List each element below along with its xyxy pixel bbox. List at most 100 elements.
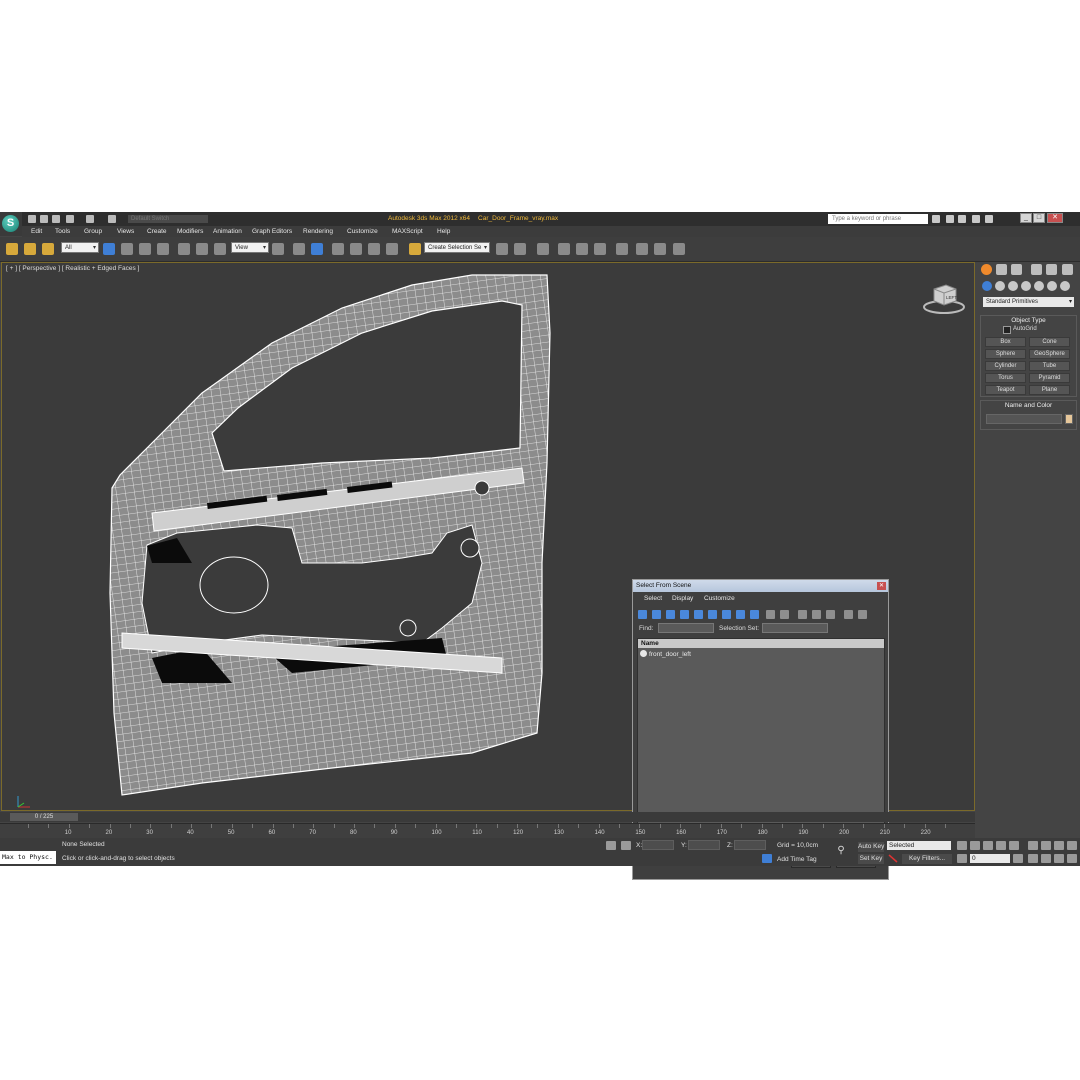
absolute-mode-icon[interactable] [621, 841, 631, 850]
box-button[interactable]: Box [985, 337, 1026, 347]
hierarchy-tab-icon[interactable] [1011, 264, 1022, 275]
time-slider-track[interactable]: 0 / 225 [0, 812, 975, 822]
maximize-viewport-icon[interactable] [1067, 854, 1077, 863]
edit-named-selection-icon[interactable] [409, 243, 421, 255]
keyboard-shortcut-override-icon[interactable] [311, 243, 323, 255]
display-cameras-icon[interactable] [680, 610, 689, 619]
zoom-extents-all-icon[interactable] [1067, 841, 1077, 850]
mirror-icon[interactable] [496, 243, 508, 255]
align-icon[interactable] [514, 243, 526, 255]
communication-center-icon[interactable] [946, 215, 954, 223]
field-of-view-icon[interactable] [1028, 854, 1038, 863]
select-and-link-icon[interactable] [6, 243, 18, 255]
snaps-toggle-icon[interactable] [332, 243, 344, 255]
go-to-end-icon[interactable] [1009, 841, 1019, 850]
project-folder-icon[interactable] [108, 215, 116, 223]
search-icon[interactable] [932, 215, 940, 223]
x-coordinate-field[interactable] [642, 840, 674, 850]
key-mode-toggle-icon[interactable] [957, 854, 967, 863]
menu-views[interactable]: Views [117, 228, 134, 235]
display-geometry-icon[interactable] [638, 610, 647, 619]
filter-icon[interactable] [844, 610, 853, 619]
redo-icon[interactable] [86, 215, 94, 223]
render-production-icon[interactable] [673, 243, 685, 255]
cameras-icon[interactable] [1021, 281, 1031, 291]
selection-filter-dropdown[interactable]: All [61, 242, 99, 254]
create-tab-icon[interactable] [981, 264, 992, 275]
material-editor-icon[interactable] [616, 243, 628, 255]
modify-tab-icon[interactable] [996, 264, 1007, 275]
add-time-tag[interactable]: Add Time Tag [777, 856, 817, 863]
select-object-icon[interactable] [103, 243, 115, 255]
key-mode-dropdown[interactable]: Selected [887, 841, 951, 850]
display-bones-icon[interactable] [750, 610, 759, 619]
lights-icon[interactable] [1008, 281, 1018, 291]
angle-snap-icon[interactable] [350, 243, 362, 255]
layer-manager-icon[interactable] [537, 243, 549, 255]
rendered-frame-window-icon[interactable] [654, 243, 666, 255]
zoom-icon[interactable] [1028, 841, 1038, 850]
pivot-center-icon[interactable] [272, 243, 284, 255]
move-icon[interactable] [178, 243, 190, 255]
display-helpers-icon[interactable] [694, 610, 703, 619]
menu-edit[interactable]: Edit [31, 228, 42, 235]
display-tab-icon[interactable] [1046, 264, 1057, 275]
set-key-icon[interactable] [888, 854, 898, 863]
display-space-warps-icon[interactable] [708, 610, 717, 619]
helpers-icon[interactable] [1034, 281, 1044, 291]
subscription-icon[interactable] [958, 215, 966, 223]
plane-button[interactable]: Plane [1029, 385, 1070, 395]
display-all-icon[interactable] [766, 610, 775, 619]
systems-icon[interactable] [1060, 281, 1070, 291]
help-icon[interactable] [985, 215, 993, 223]
key-filters-button[interactable]: Key Filters... [902, 854, 952, 864]
shapes-icon[interactable] [995, 281, 1005, 291]
autogrid-checkbox[interactable] [1003, 326, 1011, 334]
render-setup-icon[interactable] [636, 243, 648, 255]
select-invert-icon[interactable] [826, 610, 835, 619]
time-configuration-icon[interactable] [1013, 854, 1023, 863]
motion-tab-icon[interactable] [1031, 264, 1042, 275]
minimize-button[interactable]: _ [1020, 213, 1032, 223]
display-none-icon[interactable] [780, 610, 789, 619]
torus-button[interactable]: Torus [985, 373, 1026, 383]
display-shapes-icon[interactable] [652, 610, 661, 619]
save-file-icon[interactable] [52, 215, 60, 223]
pan-view-icon[interactable] [1041, 854, 1051, 863]
select-none-icon[interactable] [812, 610, 821, 619]
dialog-menu-customize[interactable]: Customize [704, 595, 735, 602]
set-key-button[interactable]: Set Key [858, 854, 884, 864]
current-frame-field[interactable]: 0 [970, 854, 1010, 863]
select-and-manipulate-icon[interactable] [293, 243, 305, 255]
cylinder-button[interactable]: Cylinder [985, 361, 1026, 371]
dialog-menu-select[interactable]: Select [644, 595, 662, 602]
menu-graph-editors[interactable]: Graph Editors [252, 228, 292, 235]
tube-button[interactable]: Tube [1029, 361, 1070, 371]
new-file-icon[interactable] [28, 215, 36, 223]
object-type-title[interactable]: Object Type [981, 316, 1076, 325]
schematic-view-icon[interactable] [594, 243, 606, 255]
column-header-name[interactable]: Name [638, 639, 884, 648]
cone-button[interactable]: Cone [1029, 337, 1070, 347]
orbit-icon[interactable] [1054, 854, 1064, 863]
object-category-dropdown[interactable]: Standard Primitives [983, 297, 1074, 307]
display-xrefs-icon[interactable] [736, 610, 745, 619]
select-by-name-icon[interactable] [121, 243, 133, 255]
menu-customize[interactable]: Customize [347, 228, 378, 235]
track-bar[interactable]: 10 20 30 40 50 60 70 80 90 100 110 120 130 140 150 160 1… [0, 823, 975, 838]
geosphere-button[interactable]: GeoSphere [1029, 349, 1070, 359]
close-button[interactable]: ✕ [1047, 213, 1063, 223]
auto-key-button[interactable]: Auto Key [858, 842, 884, 852]
teapot-button[interactable]: Teapot [985, 385, 1026, 395]
utilities-tab-icon[interactable] [1062, 264, 1073, 275]
name-and-color-title[interactable]: Name and Color [981, 401, 1076, 410]
previous-frame-icon[interactable] [970, 841, 980, 850]
display-groups-icon[interactable] [722, 610, 731, 619]
menu-create[interactable]: Create [147, 228, 167, 235]
menu-animation[interactable]: Animation [213, 228, 242, 235]
go-to-start-icon[interactable] [957, 841, 967, 850]
z-coordinate-field[interactable] [734, 840, 766, 850]
curve-editor-icon[interactable] [576, 243, 588, 255]
open-file-icon[interactable] [40, 215, 48, 223]
dialog-title-bar[interactable]: Select From Scene ✕ [633, 580, 888, 592]
